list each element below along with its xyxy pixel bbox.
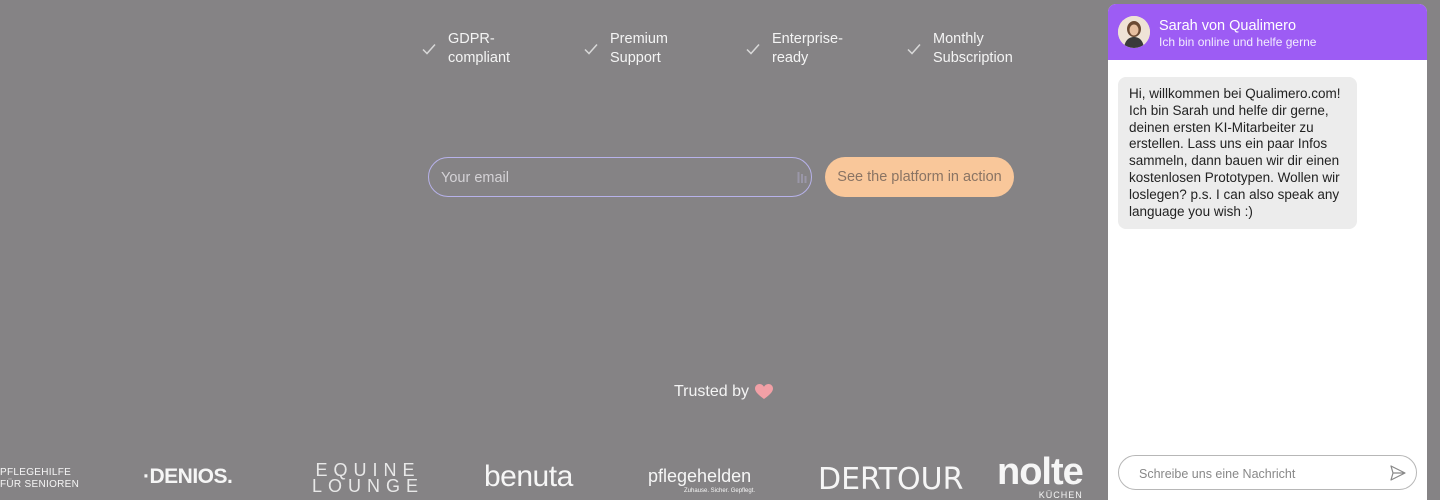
trusted-by: Trusted by bbox=[674, 383, 773, 401]
feature-label: Premium Support bbox=[610, 31, 669, 66]
check-icon bbox=[584, 44, 598, 55]
chat-message: Hi, willkommen bei Qualimero.com! Ich bi… bbox=[1118, 77, 1357, 230]
chat-message-input[interactable] bbox=[1137, 456, 1381, 491]
logo-text: nolte bbox=[997, 451, 1084, 493]
check-icon bbox=[422, 44, 436, 55]
logo-equine-lounge: EQUINE LOUNGE bbox=[312, 461, 425, 496]
logo-benuta: benuta bbox=[484, 460, 573, 493]
logo-dertour: DERTOUR bbox=[818, 462, 964, 497]
trusted-label: Trusted by bbox=[674, 383, 749, 400]
feature-subscription: Monthly Subscription bbox=[907, 30, 1033, 68]
check-icon bbox=[907, 44, 921, 55]
logo-text: pflegehelden bbox=[648, 466, 752, 486]
logo-text: PFLEGEHILFE bbox=[0, 467, 72, 478]
feature-label: GDPR- compliant bbox=[448, 31, 511, 66]
avatar-portrait-icon bbox=[1118, 16, 1150, 48]
check-icon bbox=[746, 44, 760, 55]
chat-input-wrapper bbox=[1118, 455, 1417, 491]
chat-agent-status: Ich bin online und helfe gerne bbox=[1159, 35, 1317, 49]
email-field-wrapper bbox=[428, 157, 812, 198]
logo-tagline: Zuhause. Sicher. Gepflegt. bbox=[684, 488, 756, 494]
chat-widget: Sarah von Qualimero Ich bin online und h… bbox=[1108, 4, 1427, 500]
logo-text: FÜR SENIOREN bbox=[0, 479, 80, 490]
logo-text: LOUNGE bbox=[312, 476, 425, 496]
chat-agent-name: Sarah von Qualimero bbox=[1159, 18, 1297, 34]
feature-enterprise: Enterprise- ready bbox=[746, 30, 872, 68]
feature-label: Monthly Subscription bbox=[933, 31, 1013, 66]
logo-nolte: nolte KÜCHEN bbox=[997, 451, 1084, 500]
heart-icon bbox=[755, 384, 773, 399]
email-input[interactable] bbox=[439, 158, 773, 198]
feature-label: Enterprise- ready bbox=[772, 31, 843, 66]
autofill-icon[interactable] bbox=[797, 171, 807, 184]
see-platform-button[interactable]: See the platform in action bbox=[825, 157, 1014, 197]
send-icon[interactable] bbox=[1390, 465, 1406, 481]
avatar bbox=[1118, 16, 1150, 48]
logo-pflegehilfe: PFLEGEHILFE FÜR SENIOREN bbox=[0, 467, 79, 491]
logo-denios: ·DENIOS. bbox=[143, 465, 233, 488]
feature-support: Premium Support bbox=[584, 30, 710, 68]
logo-pflegehelden: pflegehelden Zuhause. Sicher. Gepflegt. bbox=[648, 466, 755, 494]
feature-gdpr: GDPR- compliant bbox=[422, 30, 548, 68]
chat-header: Sarah von Qualimero Ich bin online und h… bbox=[1108, 4, 1427, 60]
